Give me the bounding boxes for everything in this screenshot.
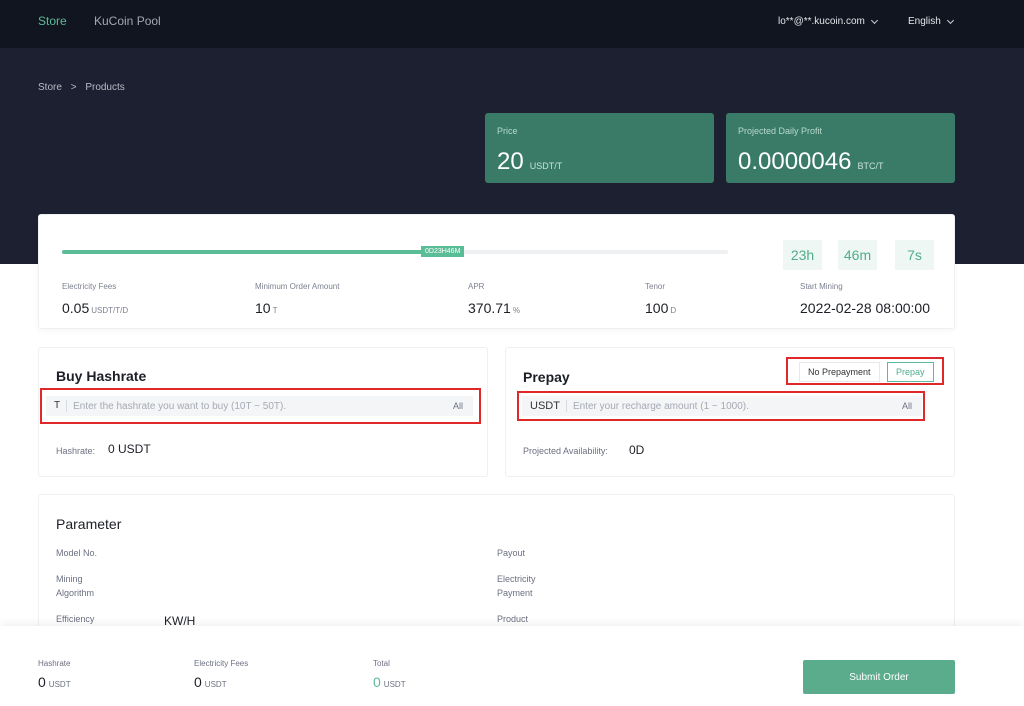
prepay-title: Prepay [523,369,570,385]
buy-hashrate-title: Buy Hashrate [56,368,147,384]
nav-kucoin-pool[interactable]: KuCoin Pool [94,14,161,28]
progress-badge: 0D23H46M [421,246,465,257]
countdown-minutes: 46m [838,240,877,270]
language-menu[interactable]: English [908,16,954,27]
metric-tenor: Tenor 100 D [645,282,677,316]
projected-availability-value: 0D [629,443,645,457]
metric-apr: APR 370.71% [468,282,520,316]
hashrate-summary-label: Hashrate: [56,446,96,456]
price-label: Price [497,126,518,136]
summary-hashrate: Hashrate 0 USDT [38,659,71,690]
order-summary-bar: Hashrate 0 USDT Electricity Fees 0 USDT To… [0,626,1024,706]
breadcrumb-separator: > [70,82,77,93]
param-payout: Payout [497,548,526,558]
param-efficiency: Efficiency [56,614,95,624]
param-mining-algorithm: Mining Algorithm [56,574,95,598]
hashrate-summary-value: 0 USDT [108,442,151,456]
breadcrumb: Store > Products [38,82,131,93]
param-electricity-payment: Electricity Payment [497,574,536,598]
account-menu[interactable]: lo**@**.kucoin.com [778,16,878,27]
highlight-box [786,357,944,385]
daily-profit-value: 0.0000046 BTC/T [738,148,884,175]
account-email: lo**@**.kucoin.com [778,16,865,27]
chevron-down-icon [870,16,878,24]
metric-start-mining: Start Mining 2022-02-28 08:00:00 [800,282,930,316]
chevron-down-icon [946,16,954,24]
breadcrumb-products: Products [85,82,125,93]
price-card: Price 20 USDT/T [485,113,714,183]
progress-fill [62,250,429,254]
metric-electricity-fees: Electricity Fees 0.05 USDT/T/D [62,282,129,316]
progress-track [62,250,728,254]
top-nav: Store KuCoin Pool lo**@**.kucoin.com Eng… [0,0,1024,48]
daily-profit-label: Projected Daily Profit [738,126,823,136]
param-product: Product [497,614,529,624]
language-label: English [908,16,941,27]
countdown-hours: 23h [783,240,822,270]
summary-total: Total 0 USDT [373,659,406,690]
nav-store[interactable]: Store [38,14,67,28]
price-value: 20 USDT/T [497,148,563,175]
submit-order-button[interactable]: Submit Order [803,660,955,694]
breadcrumb-store[interactable]: Store [38,82,62,93]
param-model-no: Model No. [56,548,98,558]
product-info-card: 0D23H46M 23h 46m 7s Electricity Fees 0.0… [38,214,955,329]
projected-availability-label: Projected Availability: [523,446,608,456]
parameter-title: Parameter [56,516,122,532]
highlight-box [517,391,925,421]
daily-profit-card: Projected Daily Profit 0.0000046 BTC/T [726,113,955,183]
summary-electricity-fees: Electricity Fees 0 USDT [194,659,249,690]
highlight-box [40,388,481,424]
metric-minimum-order: Minimum Order Amount 10 T [255,282,340,316]
countdown-seconds: 7s [895,240,934,270]
